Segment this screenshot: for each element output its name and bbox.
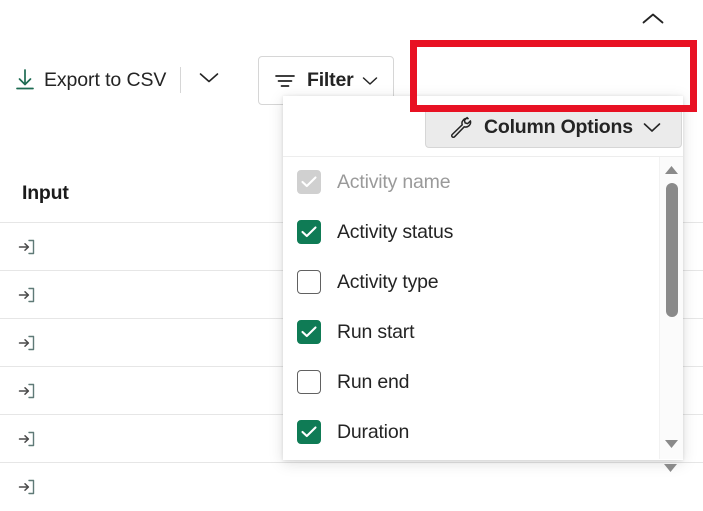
chevron-up-icon — [642, 12, 664, 31]
page-scroll-down-button[interactable] — [659, 460, 682, 478]
collapse-chevron-button[interactable] — [635, 8, 671, 34]
column-option-label: Duration — [337, 421, 409, 444]
checkbox-run-end[interactable] — [297, 370, 321, 394]
column-option-duration[interactable]: Duration — [283, 407, 683, 457]
filter-icon — [273, 69, 297, 93]
triangle-down-icon — [663, 460, 678, 478]
filter-caret-icon — [362, 76, 378, 86]
panel-scrollbar-thumb[interactable] — [666, 183, 678, 317]
input-arrow-icon[interactable] — [14, 234, 40, 260]
input-arrow-icon[interactable] — [14, 378, 40, 404]
column-option-activity-name: Activity name — [283, 157, 683, 207]
triangle-down-icon[interactable] — [660, 435, 683, 453]
column-option-run-start[interactable]: Run start — [283, 307, 683, 357]
checkbox-activity-type[interactable] — [297, 270, 321, 294]
export-to-csv-caret-button[interactable] — [194, 64, 224, 96]
column-option-label: Run start — [337, 321, 414, 344]
column-option-label: Activity status — [337, 221, 453, 244]
input-arrow-icon[interactable] — [14, 282, 40, 308]
column-option-label: Run end — [337, 371, 409, 394]
checkbox-duration[interactable] — [297, 420, 321, 444]
column-option-activity-status[interactable]: Activity status — [283, 207, 683, 257]
checkbox-activity-name — [297, 170, 321, 194]
column-header-input[interactable]: Input — [22, 182, 69, 205]
column-option-label: Activity type — [337, 271, 438, 294]
input-arrow-icon[interactable] — [14, 474, 40, 500]
panel-scrollbar[interactable] — [659, 157, 683, 459]
checkbox-run-start[interactable] — [297, 320, 321, 344]
input-arrow-icon[interactable] — [14, 330, 40, 356]
table-row[interactable] — [0, 462, 703, 511]
chevron-down-icon — [199, 71, 219, 89]
filter-label: Filter — [307, 69, 353, 92]
column-options-label: Column Options — [484, 116, 633, 139]
triangle-up-icon[interactable] — [660, 161, 683, 179]
export-to-csv-label: Export to CSV — [44, 69, 166, 92]
column-options-button[interactable]: Column Options — [425, 106, 682, 148]
toolbar-divider — [180, 67, 181, 93]
column-options-list: Activity name Activity status Activity t… — [283, 157, 683, 459]
column-option-label: Activity name — [337, 171, 450, 194]
download-icon — [12, 67, 38, 93]
column-option-run-end[interactable]: Run end — [283, 357, 683, 407]
column-options-panel: Reset to default Activity name Activity … — [283, 96, 683, 460]
input-arrow-icon[interactable] — [14, 426, 40, 452]
column-options-caret-icon — [643, 122, 661, 133]
export-to-csv-button[interactable]: Export to CSV — [8, 50, 228, 110]
wrench-icon — [447, 114, 473, 140]
column-option-activity-type[interactable]: Activity type — [283, 257, 683, 307]
checkbox-activity-status[interactable] — [297, 220, 321, 244]
